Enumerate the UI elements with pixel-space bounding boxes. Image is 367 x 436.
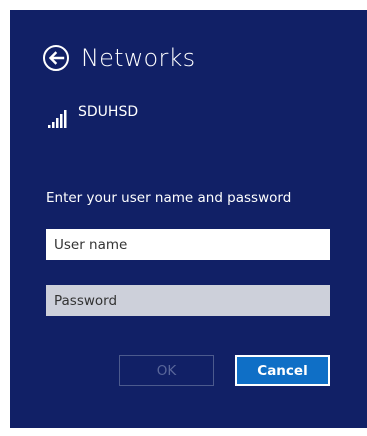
back-to-networks[interactable]: Networks: [42, 44, 195, 72]
page-title: Networks: [81, 44, 196, 72]
network-entry: SDUHSD: [48, 104, 138, 128]
wifi-signal-icon: [48, 108, 68, 128]
screen: Networks SDUHSD Enter your user name and…: [0, 0, 367, 436]
back-arrow-icon[interactable]: [42, 44, 70, 72]
network-name: SDUHSD: [78, 104, 139, 120]
username-input[interactable]: [46, 229, 330, 260]
network-login-panel: Networks SDUHSD Enter your user name and…: [10, 10, 367, 428]
ok-button[interactable]: OK: [119, 355, 214, 386]
cancel-button[interactable]: Cancel: [235, 355, 330, 386]
password-input[interactable]: [46, 285, 330, 316]
credentials-prompt: Enter your user name and password: [46, 190, 292, 206]
